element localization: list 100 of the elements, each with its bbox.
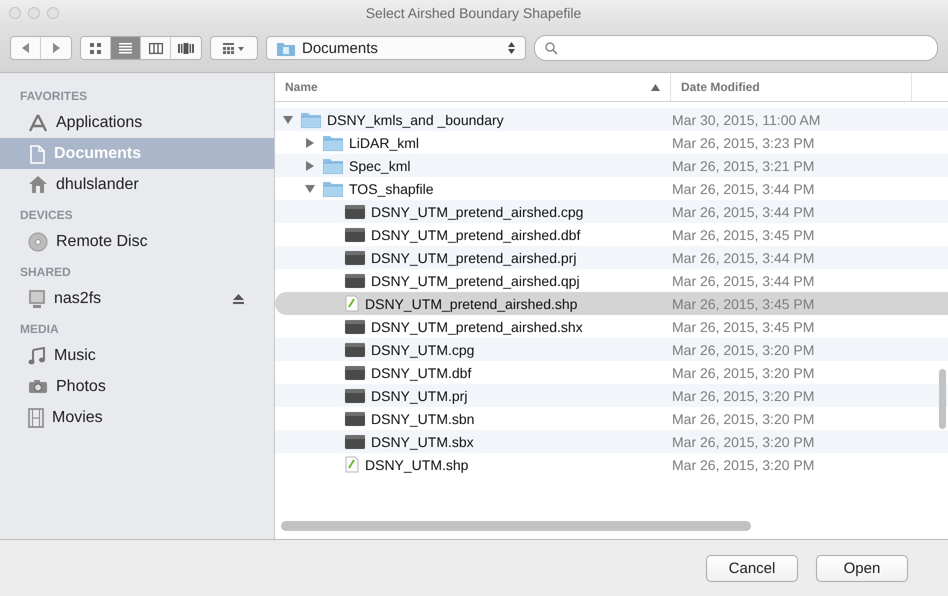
search-field[interactable] [534,35,938,61]
grid-icon [90,42,101,54]
folder-icon [323,158,343,174]
file-name: DSNY_UTM_pretend_airshed.shp [365,296,578,312]
file-icon [345,388,365,402]
disclosure-triangle-icon[interactable] [305,184,315,194]
sidebar-label: Photos [56,378,107,396]
column-header[interactable]: Date Modified [671,73,912,101]
file-row[interactable]: DSNY_UTM_pretend_airshed.shp Mar 26, 2015, 3:45 PM [275,292,948,315]
date-modified: Mar 26, 2015, 3:44 PM [672,204,814,220]
date-modified: Mar 26, 2015, 3:45 PM [672,296,814,312]
file-row[interactable]: Spec_kml Mar 26, 2015, 3:21 PM [275,154,948,177]
sidebar-item[interactable]: Photos [0,371,274,402]
sidebar-item[interactable]: Movies [0,402,274,433]
folder-icon [323,134,343,150]
sort-ascending-icon [651,84,660,90]
file-row[interactable]: DSNY_UTM_pretend_airshed.prj Mar 26, 2015, 3:44 PM [275,246,948,269]
house-icon [28,175,48,194]
file-name: DSNY_UTM_pretend_airshed.qpj [371,272,580,288]
date-modified: Mar 26, 2015, 3:45 PM [672,226,814,242]
date-modified: Mar 30, 2015, 11:00 AM [672,112,820,128]
horizontal-scrollbar[interactable] [281,521,751,531]
location-popup[interactable]: Documents [266,36,526,60]
sidebar-heading: DEVICES [19,207,74,224]
file-row[interactable]: DSNY_UTM.sbx Mar 26, 2015, 3:20 PM [275,430,948,453]
file-row[interactable]: LiDAR_kml Mar 26, 2015, 3:23 PM [275,131,948,154]
folder-icon [323,180,343,196]
file-icon [345,228,365,242]
disclosure-triangle-icon[interactable] [305,160,315,170]
file-row[interactable]: DSNY_UTM_pretend_airshed.cpg Mar 26, 2015, 3:44 PM [275,200,948,223]
monitor-icon [28,288,46,308]
column-header[interactable]: Name [275,73,671,101]
file-name: DSNY_UTM.sbx [371,434,474,450]
sidebar-label: dhulslander [56,176,140,194]
file-name: DSNY_UTM_pretend_airshed.prj [371,250,576,266]
folder-icon [277,40,295,56]
sidebar-item[interactable]: Remote Disc [0,226,274,257]
sidebar-item[interactable]: Music [0,340,274,371]
file-icon [345,320,365,334]
file-icon [345,342,365,356]
file-icon [345,204,365,218]
date-modified: Mar 26, 2015, 3:20 PM [672,364,814,380]
disclosure-triangle-icon[interactable] [283,114,293,124]
list-view-button[interactable] [111,37,141,59]
file-row[interactable]: DSNY_UTM.sbn Mar 26, 2015, 3:20 PM [275,407,948,430]
forward-icon [52,43,60,53]
file-name: DSNY_UTM_pretend_airshed.dbf [371,226,580,242]
applications-icon [28,114,48,132]
date-modified: Mar 26, 2015, 3:20 PM [672,456,814,472]
file-row[interactable]: TOS_shapfile Mar 26, 2015, 3:44 PM [275,177,948,200]
date-modified: Mar 26, 2015, 3:44 PM [672,272,814,288]
file-icon [345,250,365,264]
date-modified: Mar 26, 2015, 3:44 PM [672,250,814,266]
sidebar-item[interactable]: nas2fs [0,283,274,314]
sidebar-label: Remote Disc [56,232,149,250]
file-row[interactable]: DSNY_UTM.dbf Mar 26, 2015, 3:20 PM [275,361,948,384]
document-icon [345,295,359,312]
eject-icon[interactable] [233,294,244,304]
arrange-icon [223,42,245,54]
sidebar-heading: SHARED [19,264,72,281]
file-name: LiDAR_kml [349,134,420,150]
date-modified: Mar 26, 2015, 3:45 PM [672,318,814,334]
back-icon [22,43,30,53]
file-name: DSNY_UTM.shp [365,456,468,472]
file-icon [345,366,365,380]
sidebar-heading: FAVORITES [19,88,88,105]
file-icon [345,434,365,448]
file-row[interactable]: DSNY_UTM.prj Mar 26, 2015, 3:20 PM [275,384,948,407]
file-row[interactable]: DSNY_UTM.shp Mar 26, 2015, 3:20 PM [275,453,948,476]
documents-icon [28,144,46,164]
open-button[interactable]: Open [816,554,908,582]
file-name: Spec_kml [349,158,410,174]
file-name: DSNY_kmls_and _boundary [327,112,504,128]
coverflow-icon [178,42,194,54]
music-note-icon [28,346,46,364]
film-icon [28,408,44,428]
file-row[interactable]: DSNY_kmls_and _boundary Mar 30, 2015, 11:00 AM [275,108,948,131]
vertical-scrollbar[interactable] [939,369,946,429]
back-button[interactable] [11,37,41,59]
date-modified: Mar 26, 2015, 3:20 PM [672,410,814,426]
icons-view-button[interactable] [81,37,111,59]
file-row[interactable]: DSNY_UTM.cpg Mar 26, 2015, 3:20 PM [275,338,948,361]
folder-icon [301,112,321,128]
arrange-button[interactable] [210,36,258,60]
sidebar-label: Music [54,346,97,364]
disclosure-triangle-icon[interactable] [305,138,315,148]
file-name: DSNY_UTM.prj [371,388,468,404]
file-row[interactable]: DSNY_UTM_pretend_airshed.dbf Mar 26, 2015, 3:45 PM [275,223,948,246]
file-row[interactable]: DSNY_UTM_pretend_airshed.shx Mar 26, 2015, 3:45 PM [275,315,948,338]
date-modified: Mar 26, 2015, 3:23 PM [672,134,814,150]
disc-icon [28,232,48,252]
sidebar-item[interactable]: dhulslander [0,169,274,200]
sidebar-label: Documents [54,144,142,162]
list-icon [119,42,132,54]
sidebar-heading: MEDIA [19,321,60,338]
sidebar-label: Applications [56,114,144,132]
file-row[interactable]: DSNY_UTM_pretend_airshed.qpj Mar 26, 2015, 3:44 PM [275,269,948,292]
file-name: DSNY_UTM.sbn [371,410,474,426]
sidebar-item[interactable]: Applications [0,107,274,138]
cancel-button[interactable]: Cancel [706,554,798,582]
